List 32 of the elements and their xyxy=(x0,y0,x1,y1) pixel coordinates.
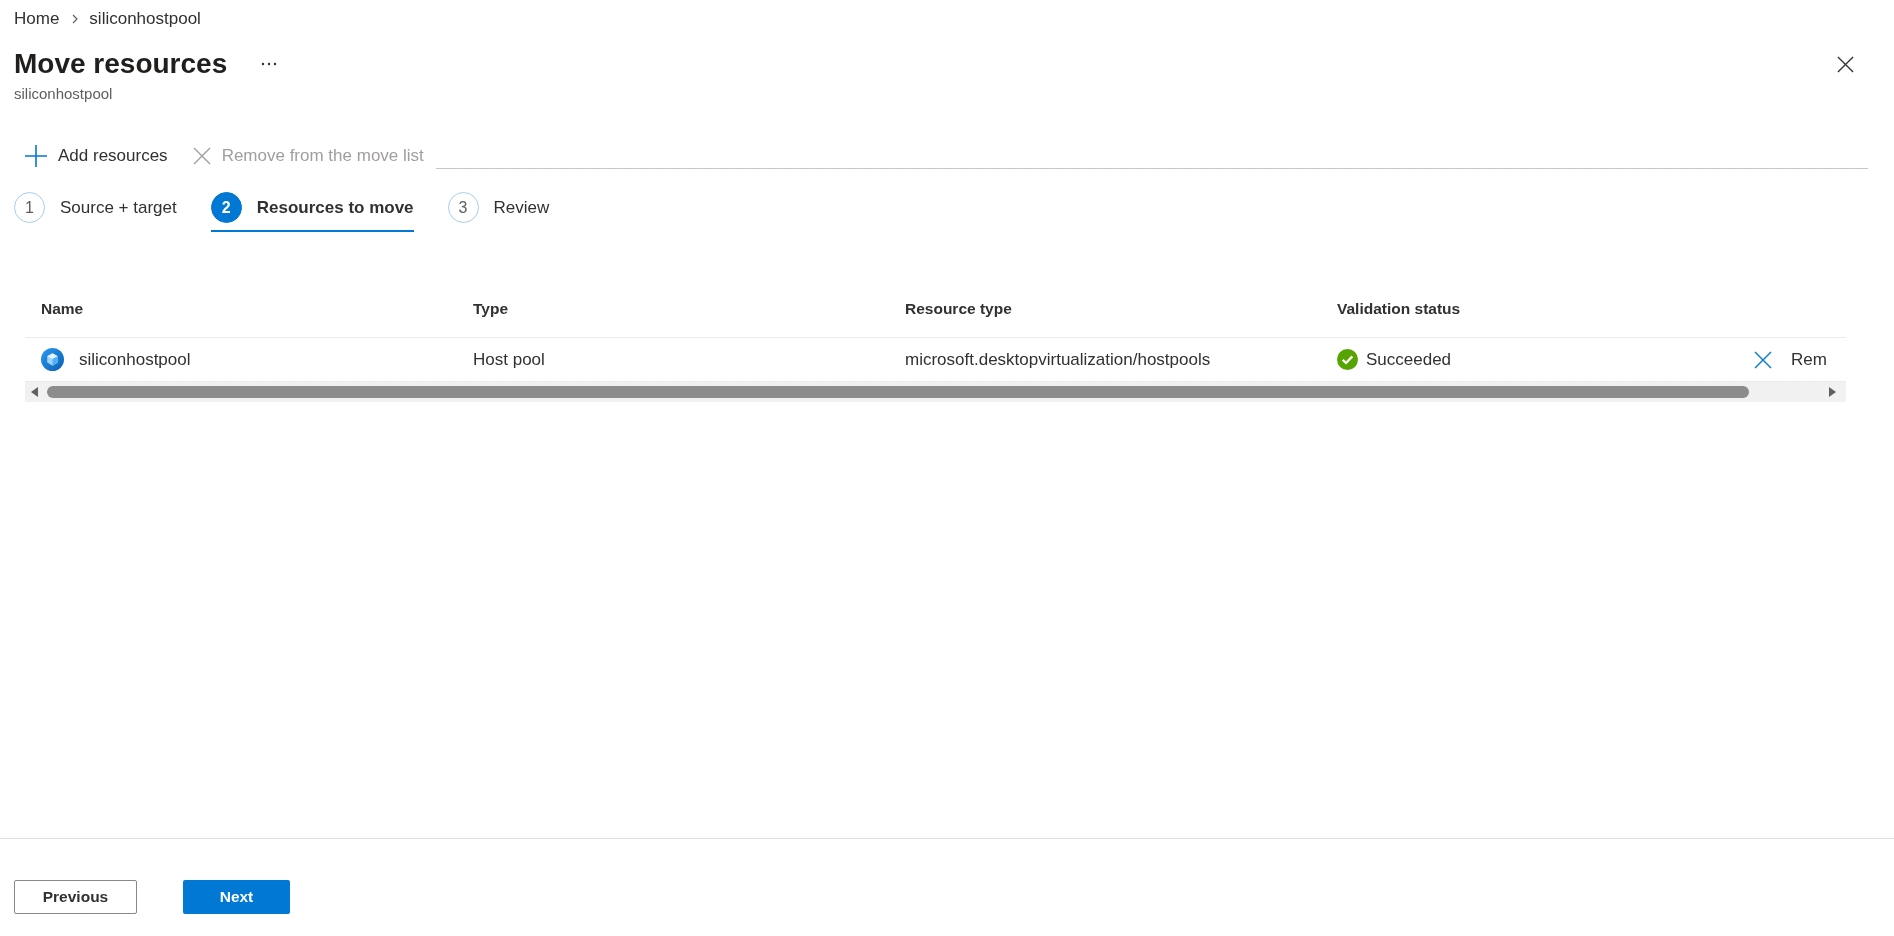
cross-icon xyxy=(192,147,211,165)
breadcrumb-link[interactable]: siliconhostpool xyxy=(89,8,201,30)
remove-link[interactable]: Rem xyxy=(1754,348,1846,371)
horizontal-scrollbar[interactable] xyxy=(25,382,1846,402)
resource-name: siliconhostpool xyxy=(79,348,191,371)
close-icon[interactable] xyxy=(1837,55,1854,73)
cross-icon xyxy=(1754,350,1772,369)
page-subtitle: siliconhostpool xyxy=(14,84,114,104)
scroll-left-icon[interactable] xyxy=(31,387,38,397)
step-tab[interactable]: 3 Review xyxy=(447,192,550,232)
chevron-icon xyxy=(72,14,79,24)
column-header: Name xyxy=(40,299,85,318)
add-resources-button[interactable]: Add resources xyxy=(19,143,174,169)
scrollbar-thumb[interactable] xyxy=(47,386,1749,398)
table-cell-text: Host pool xyxy=(472,348,546,371)
status-text: Succeeded xyxy=(1366,348,1452,371)
step-tab[interactable]: 1 Source + target xyxy=(14,192,177,232)
step-tab[interactable]: 2 Resources to move xyxy=(210,192,414,232)
previous-button[interactable]: Previous xyxy=(14,880,137,914)
more-icon[interactable] xyxy=(261,62,278,66)
table-cell-text: microsoft.desktopvirtualization/hostpools xyxy=(904,348,1212,371)
cube-icon xyxy=(41,348,64,371)
breadcrumb-link[interactable]: Home xyxy=(14,8,60,30)
column-header: Validation status xyxy=(1336,299,1462,318)
column-header: Type xyxy=(472,299,510,318)
check-icon xyxy=(1337,349,1358,370)
next-button[interactable]: Next xyxy=(183,880,290,914)
column-header: Resource type xyxy=(904,299,1013,318)
step-number: 2 xyxy=(210,192,242,223)
plus-icon xyxy=(25,145,47,167)
page-title: Move resources xyxy=(14,47,228,81)
scroll-right-icon[interactable] xyxy=(1829,387,1836,397)
